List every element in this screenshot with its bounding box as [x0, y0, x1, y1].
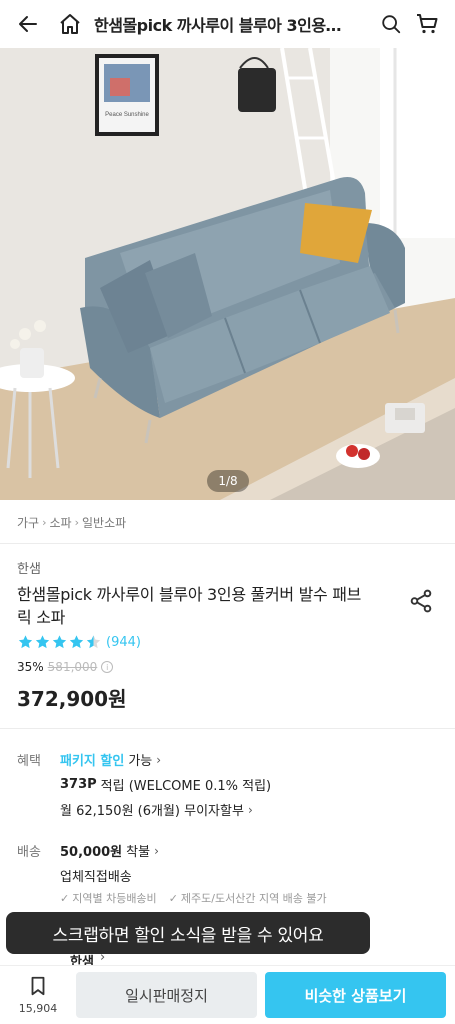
chevron-right-icon: ›: [42, 516, 47, 529]
installment-row[interactable]: 월 62,150원 (6개월) 무이자할부 ›: [60, 800, 253, 820]
installment-text: 월 62,150원 (6개월) 무이자할부: [60, 804, 244, 819]
points-row: 373P 적립 (WELCOME 0.1% 적립): [60, 775, 271, 794]
check-icon: ✓: [168, 891, 178, 905]
package-discount-suffix: 가능: [128, 754, 153, 769]
delivery-method: 업체직접배송: [60, 870, 132, 885]
breadcrumb: 가구 › 소파 › 일반소파: [17, 514, 126, 531]
breadcrumb-item[interactable]: 일반소파: [82, 514, 126, 531]
cart-button[interactable]: [409, 6, 445, 42]
share-button[interactable]: [408, 588, 434, 614]
divider: [0, 543, 455, 544]
top-app-bar: 한샘몰pick 까사루이 블루아 3인용…: [0, 0, 455, 48]
chevron-right-icon: ›: [154, 843, 159, 858]
points-text: 적립 (WELCOME 0.1% 적립): [100, 779, 272, 794]
info-icon[interactable]: i: [101, 661, 114, 673]
review-count[interactable]: (944): [106, 635, 141, 650]
delivery-note: ✓ 지역별 차등배송비: [60, 891, 157, 906]
product-photo: Peace Sunshine: [0, 48, 455, 500]
bottom-action-bar: 15,904 일시판매정지 비슷한 상품보기: [0, 965, 455, 1024]
image-counter: 1/8: [207, 470, 249, 492]
home-icon: [60, 14, 80, 34]
rating[interactable]: (944): [17, 634, 141, 650]
star-icon: [18, 635, 33, 649]
delivery-fee-suffix: 착불: [126, 845, 151, 860]
breadcrumb-item[interactable]: 소파: [50, 514, 72, 531]
breadcrumb-item[interactable]: 가구: [17, 514, 39, 531]
delivery-label: 배송: [17, 845, 41, 860]
brand-name[interactable]: 한샘: [17, 558, 41, 577]
back-button[interactable]: [10, 6, 46, 42]
check-icon: ✓: [60, 891, 70, 905]
package-discount: 패키지 할인: [60, 754, 125, 769]
search-button[interactable]: [373, 6, 409, 42]
product-image-carousel[interactable]: Peace Sunshine: [0, 48, 455, 500]
half-star-icon: [86, 635, 101, 649]
cart-icon: [417, 14, 438, 34]
delivery-notes: ✓ 지역별 차등배송비 ✓ 제주도/도서산간 지역 배송 불가: [60, 890, 339, 906]
chevron-right-icon: ›: [247, 802, 253, 817]
arrow-left-icon: [19, 16, 37, 32]
chevron-right-icon: ›: [156, 752, 162, 767]
bookmark-icon: [31, 976, 45, 996]
delivery-fee: 50,000원: [60, 845, 123, 860]
discount-row: 35% 581,000 i: [17, 660, 114, 674]
page-title: 한샘몰pick 까사루이 블루아 3인용…: [94, 16, 342, 35]
poster-caption: Peace Sunshine: [105, 112, 149, 118]
divider: [0, 728, 455, 729]
product-title: 한샘몰pick 까사루이 블루아 3인용 풀커버 발수 패브릭 소파: [17, 585, 362, 627]
original-price: 581,000: [47, 660, 98, 674]
star-icon: [52, 635, 67, 649]
star-icon: [35, 635, 50, 649]
home-button[interactable]: [52, 6, 88, 42]
scrap-toast: 스크랩하면 할인 소식을 받을 수 있어요: [6, 912, 370, 954]
delivery-note: ✓ 제주도/도서산간 지역 배송 불가: [168, 891, 327, 906]
search-icon: [382, 15, 401, 34]
similar-products-button[interactable]: 비슷한 상품보기: [265, 972, 446, 1018]
package-discount-row[interactable]: 패키지 할인 가능 ›: [60, 750, 162, 770]
star-rating: [17, 634, 102, 650]
points-amount: 373P: [60, 777, 97, 792]
scrap-count: 15,904: [18, 1002, 58, 1015]
chevron-right-icon: ›: [74, 516, 79, 529]
share-icon: [410, 589, 432, 613]
discount-rate: 35%: [17, 660, 44, 674]
star-icon: [69, 635, 84, 649]
sale-price: 372,900원: [17, 687, 127, 711]
delivery-fee-row[interactable]: 50,000원 착불 ›: [60, 841, 159, 861]
benefit-label: 혜택: [17, 754, 41, 769]
sold-out-button[interactable]: 일시판매정지: [76, 972, 257, 1018]
scrap-button[interactable]: 15,904: [18, 974, 58, 1015]
